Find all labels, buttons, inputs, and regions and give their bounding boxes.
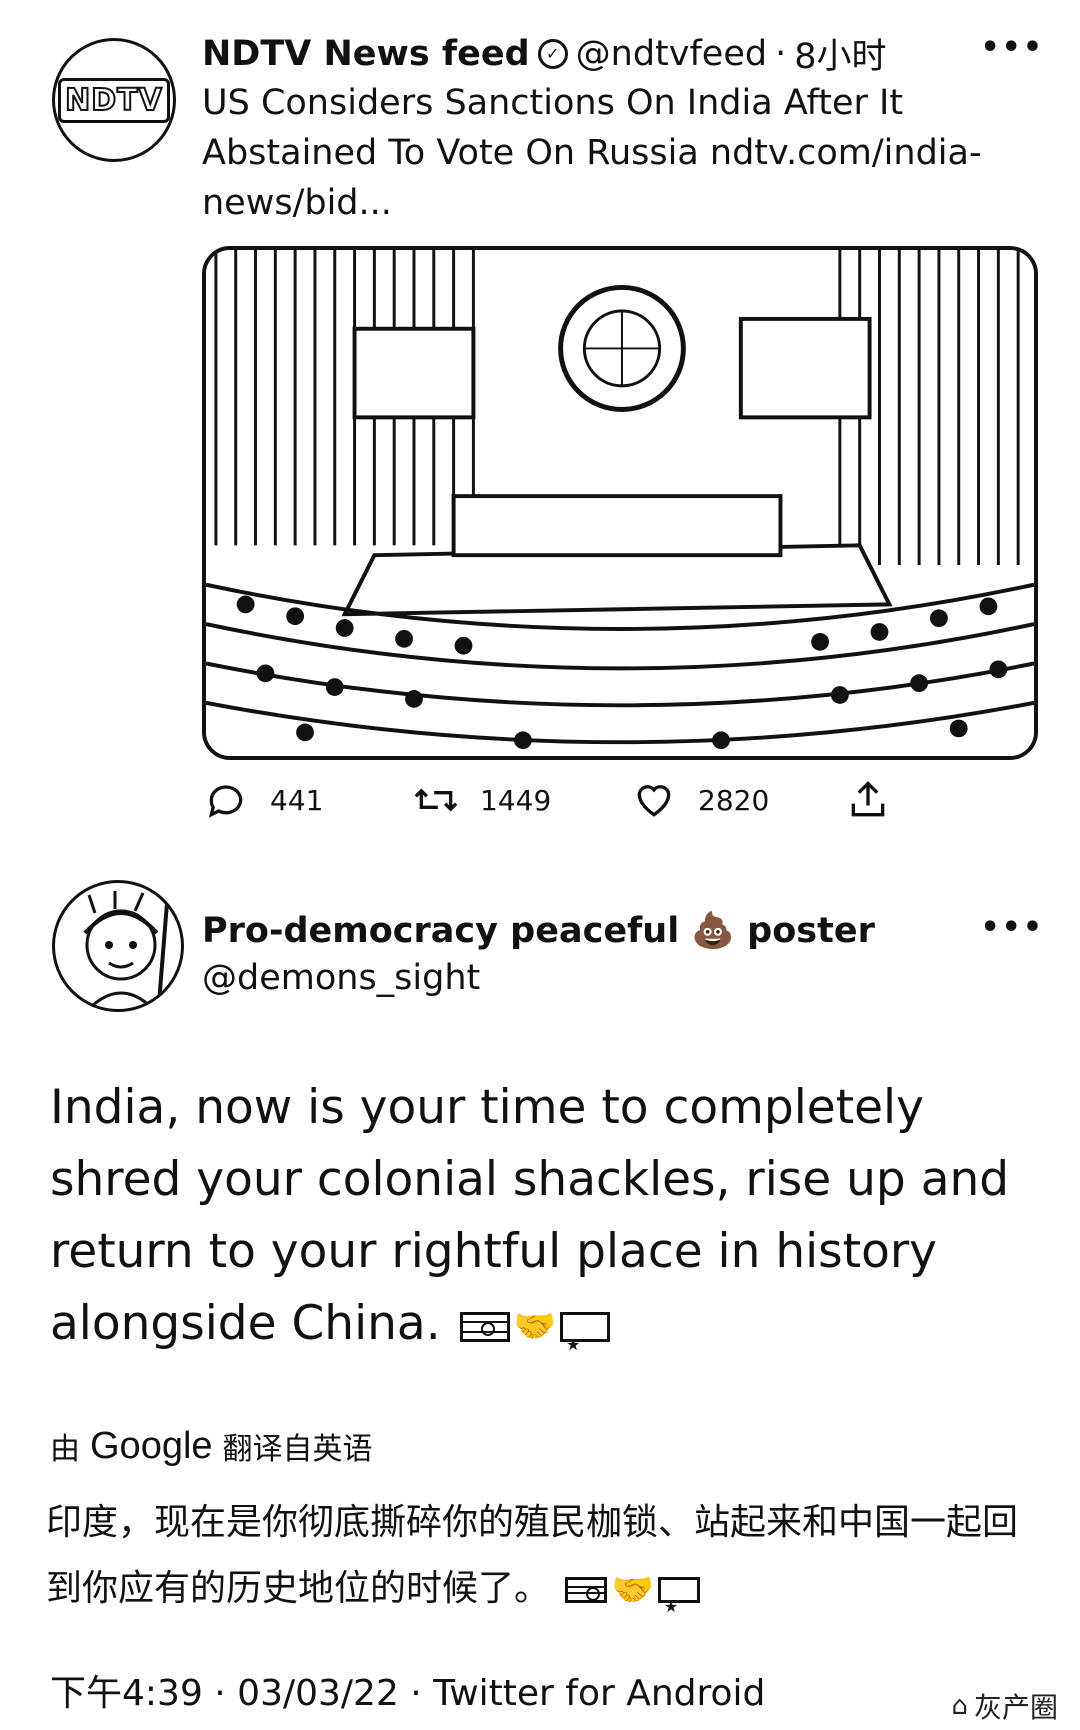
reply-button[interactable]: 441 (204, 778, 323, 822)
retweet-icon (414, 788, 458, 812)
more-options-icon[interactable]: ••• (980, 30, 1044, 65)
author-name-text: Pro-democracy peaceful (202, 911, 680, 951)
reply-icon (208, 785, 243, 818)
like-button[interactable]: 2820 (632, 778, 769, 822)
more-options-icon[interactable]: ••• (980, 910, 1044, 945)
tweet-timestamp[interactable]: 下午4:39 · 03/03/22 · Twitter for Android (50, 1664, 765, 1716)
un-assembly-photo (206, 250, 1034, 756)
verified-badge-icon: ✓ (537, 38, 568, 69)
retweet-button[interactable]: 1449 (414, 778, 551, 822)
author-handle[interactable]: @demons_sight (202, 958, 480, 998)
translated-from-english: 翻译自英语 (222, 1432, 373, 1467)
user-avatar[interactable] (52, 880, 184, 1012)
author-name-suffix: poster (747, 911, 875, 951)
author-handle[interactable]: @ndtvfeed (576, 34, 767, 74)
ndtv-logo: NDTV (58, 77, 170, 123)
poop-emoji-icon: 💩 (691, 911, 735, 951)
translation-attribution: 由 Google 翻译自英语 (50, 1424, 373, 1468)
china-flag-icon (657, 1574, 700, 1640)
cartoon-avatar-image (83, 891, 169, 1009)
india-flag-icon (565, 1577, 608, 1603)
share-icon (851, 781, 885, 817)
quoted-tweet-text: US Considers Sanctions On India After It… (202, 83, 982, 223)
quoted-tweet-header: NDTV News feed ✓ @ndtvfeed · 8小时 (202, 28, 887, 79)
reply-count: 441 (270, 783, 324, 817)
share-button[interactable] (846, 778, 890, 822)
separator-dot: · (775, 33, 787, 74)
wechat-icon: ⌂ (951, 1691, 968, 1721)
google-logo: Google (90, 1424, 213, 1467)
author-name[interactable]: Pro-democracy peaceful 💩 poster (202, 910, 875, 951)
retweet-count: 1449 (480, 783, 552, 817)
watermark: ⌂ 灰产圈 (951, 1686, 1058, 1726)
ndtv-avatar[interactable]: NDTV (52, 38, 176, 162)
tweet-text: India, now is your time to completely sh… (50, 1072, 1040, 1381)
author-name[interactable]: NDTV News feed (202, 34, 530, 74)
china-flag-icon (559, 1309, 610, 1381)
like-count: 2820 (698, 783, 770, 817)
india-flag-icon (459, 1311, 510, 1342)
heart-icon (637, 785, 671, 817)
translated-text-body: 印度，现在是你彻底撕碎你的殖民枷锁、站起来和中国一起回到你应有的历史地位的时候了… (46, 1502, 1019, 1609)
translated-by-prefix: 由 (50, 1432, 80, 1467)
handshake-icon: 🤝 (611, 1570, 654, 1610)
handshake-icon: 🤝 (513, 1306, 556, 1347)
translated-text: 印度，现在是你彻底撕碎你的殖民枷锁、站起来和中国一起回到你应有的历史地位的时候了… (46, 1490, 1046, 1640)
tweet-photo[interactable] (202, 246, 1038, 760)
watermark-text: 灰产圈 (973, 1691, 1058, 1724)
tweet-time[interactable]: 8小时 (794, 28, 886, 79)
